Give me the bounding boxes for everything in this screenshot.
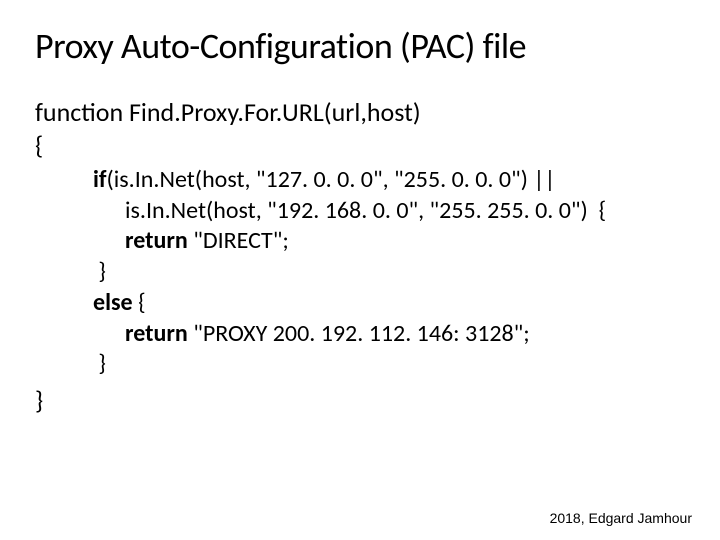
kw-return-2: return	[125, 319, 193, 348]
code-line-6: return "PROXY 200. 192. 112. 146: 3128";	[93, 319, 685, 350]
footer-text: 2018, Edgard Jamhour	[550, 510, 692, 526]
code-line-7: }	[93, 349, 685, 380]
code-line-3: return "DIRECT";	[93, 226, 685, 257]
code-l1b: (is.In.Net(host, "127. 0. 0. 0", "255. 0…	[107, 165, 556, 194]
func-close-brace: }	[35, 384, 685, 416]
code-line-if: if(is.In.Net(host, "127. 0. 0. 0", "255.…	[93, 165, 685, 196]
kw-else: else	[93, 288, 138, 317]
func-line-1: function Find.Proxy.For.URL(url,host)	[35, 96, 685, 129]
code-line-5: else {	[93, 288, 685, 319]
code-l6b: "PROXY 200. 192. 112. 146: 3128";	[193, 319, 535, 348]
kw-return-1: return	[125, 226, 193, 255]
slide-content: Proxy Auto-Configuration (PAC) file func…	[0, 0, 720, 416]
slide-title: Proxy Auto-Configuration (PAC) file	[35, 24, 685, 68]
code-l3b: "DIRECT";	[193, 226, 294, 255]
code-line-2: is.In.Net(host, "192. 168. 0. 0", "255. …	[93, 196, 685, 227]
code-line-4: }	[93, 257, 685, 288]
code-block: if(is.In.Net(host, "127. 0. 0. 0", "255.…	[93, 165, 685, 380]
kw-if: if	[93, 165, 107, 194]
func-open-brace: {	[35, 129, 685, 162]
function-declaration: function Find.Proxy.For.URL(url,host) {	[35, 96, 685, 161]
code-l5b: {	[138, 288, 151, 317]
